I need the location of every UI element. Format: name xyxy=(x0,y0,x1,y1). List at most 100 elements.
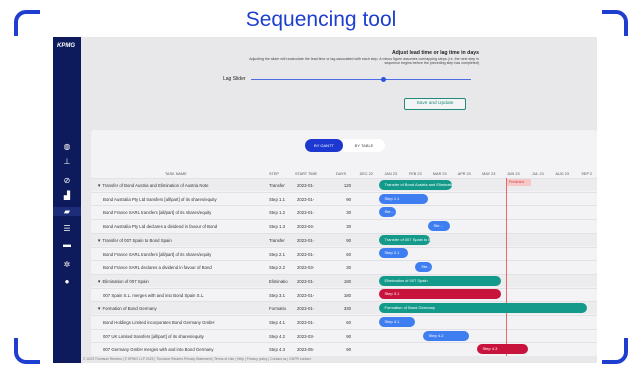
task-days-cell: 330 xyxy=(343,306,351,312)
task-days-cell: 180 xyxy=(343,278,351,284)
task-name-cell: Bond France SARL declares a dividend in … xyxy=(103,265,212,271)
save-and-update-button[interactable]: Save and Update xyxy=(404,98,466,110)
truck-icon[interactable]: ▰ xyxy=(53,207,81,216)
lag-slider-track[interactable] xyxy=(251,79,471,80)
task-start-cell: 2023-01- xyxy=(297,278,315,284)
month-header: FEB 23 xyxy=(408,172,422,176)
gantt-bar[interactable]: Elimination of 007 Spain xyxy=(378,275,501,286)
task-step-cell: Step 4.2 xyxy=(269,333,286,339)
month-header: APR 23 xyxy=(457,172,471,176)
gantt-bar[interactable]: Step 1.1 xyxy=(378,193,428,204)
task-days-cell: 90 xyxy=(346,333,351,339)
task-step-cell: Step 3.1 xyxy=(269,292,286,298)
task-start-cell: 2023-01- xyxy=(297,210,315,216)
predicted-label: Predicted xyxy=(507,179,531,186)
bar-chart-icon[interactable]: ▟ xyxy=(61,191,73,200)
task-days-cell: 60 xyxy=(346,320,351,325)
task-row[interactable]: Bond Holdings Limited incorporates Bond … xyxy=(91,315,597,328)
task-start-cell: 2023-03- xyxy=(297,333,315,339)
task-name-cell: Bond Australia Pty Ltd transfers [all/pa… xyxy=(103,196,217,202)
task-step-cell: Formatio xyxy=(269,306,286,312)
task-step-cell: Step 4.1 xyxy=(269,320,286,325)
task-days-cell: 30 xyxy=(346,224,351,230)
gantt-bar[interactable]: Step 4.2 xyxy=(422,330,470,341)
task-step-cell: Eliminatio xyxy=(269,278,288,284)
lag-slider-thumb[interactable] xyxy=(381,77,386,82)
gantt-bar[interactable]: Transfer of 007 Spain to Bon... xyxy=(378,234,430,245)
month-header: JUL 23 xyxy=(531,172,544,176)
tab-by-table[interactable]: BY TABLE xyxy=(345,139,383,152)
main-content: Adjust lead time or lag time in days Adj… xyxy=(81,37,597,361)
month-header: AUG 23 xyxy=(555,172,569,176)
frame-corner-bottom-left xyxy=(14,338,40,364)
gantt-bar[interactable]: Ste... xyxy=(427,220,450,231)
month-header: MAR 23 xyxy=(432,172,447,176)
task-row[interactable]: Bond Australia Pty Ltd declares a divide… xyxy=(91,219,597,232)
task-days-cell: 60 xyxy=(346,251,351,257)
gantt-card: BY GANTT BY TABLE TASK NAME STEP START T… xyxy=(91,130,597,356)
tab-by-gantt[interactable]: BY GANTT xyxy=(305,139,343,152)
gantt-bar[interactable]: Formation of Bond Germany xyxy=(378,303,587,314)
chat-icon[interactable]: ● xyxy=(61,277,73,286)
column-header-task: TASK NAME xyxy=(165,172,187,176)
app-window: KPMG ◍ ⊥ ⊘ ▟ ▰ ☰ ▬ ✲ ● Adjust lead time or lag t… xyxy=(53,37,597,363)
task-row[interactable]: Bond Australia Pty Ltd transfers [all/pa… xyxy=(91,191,597,205)
slider-panel-title: Adjust lead time or lag time in days xyxy=(391,50,479,56)
task-days-cell: 120 xyxy=(343,183,351,188)
month-header: JAN 23 xyxy=(384,172,397,176)
task-step-cell: Transfer xyxy=(269,183,285,188)
task-name-cell: ▼ Transfer of Bond Austria and Eliminati… xyxy=(97,183,209,188)
gantt-bar[interactable]: Step 3.1 xyxy=(378,289,501,300)
task-row[interactable]: Bond France SARL transfers [all/part] of… xyxy=(91,246,597,260)
task-start-cell: 2023-04- xyxy=(297,224,315,230)
task-name-cell: Bond Australia Pty Ltd declares a divide… xyxy=(103,224,218,230)
sidebar: KPMG ◍ ⊥ ⊘ ▟ ▰ ☰ ▬ ✲ ● xyxy=(53,37,81,363)
percent-icon[interactable]: ⊘ xyxy=(61,176,73,185)
lag-slider-label: Lag Slider xyxy=(223,76,246,82)
task-step-cell: Step 4.3 xyxy=(269,347,286,353)
task-row[interactable]: 007 UK Limited transfers [all/part] of i… xyxy=(91,328,597,342)
task-name-cell: Bond Holdings Limited incorporates Bond … xyxy=(103,320,215,325)
footer-links[interactable]: © 2023 Thomson Reuters | © KPMG LLP 2023… xyxy=(83,357,311,361)
task-name-cell: 007 Germany GmbH merges with and into Bo… xyxy=(103,347,214,353)
task-step-cell: Step 1.1 xyxy=(269,196,286,202)
task-days-cell: 180 xyxy=(343,292,351,298)
task-start-cell: 2023-03- xyxy=(297,265,315,271)
org-chart-icon[interactable]: ⊥ xyxy=(61,157,73,166)
task-group-row[interactable]: ▼ Transfer of 007 Spain to Bond Spain Tra… xyxy=(91,232,597,246)
predicted-marker-line xyxy=(506,178,507,356)
gantt-bar[interactable]: Step 2.1 xyxy=(378,248,408,259)
task-name-cell: ▼ Elimination of 007 Spain xyxy=(97,278,149,284)
task-step-cell: Step 2.2 xyxy=(269,265,286,271)
folder-icon[interactable]: ▬ xyxy=(61,240,73,249)
frame-corner-bottom-right xyxy=(602,338,628,364)
task-start-cell: 2023-01- xyxy=(297,183,315,188)
task-start-cell: 2023-01- xyxy=(297,196,315,202)
task-start-cell: 2023-01- xyxy=(297,306,315,312)
task-group-row[interactable]: ▼ Elimination of 007 Spain Eliminatio 2023… xyxy=(91,273,597,287)
gantt-bar[interactable]: Ste... xyxy=(378,207,396,218)
task-name-cell: ▼ Formation of Bond Germany xyxy=(97,306,157,312)
task-row[interactable]: 007 Spain S.L. merges with and into Bond… xyxy=(91,287,597,301)
globe-icon[interactable]: ◍ xyxy=(61,142,73,151)
column-header-days: DAYS xyxy=(336,172,347,176)
kpmg-logo: KPMG xyxy=(57,43,75,49)
task-row[interactable]: Bond France SARL transfers [all/part] of… xyxy=(91,205,597,218)
task-start-cell: 2023-01- xyxy=(297,237,315,243)
task-name-cell: 007 Spain S.L. merges with and into Bond… xyxy=(103,292,205,298)
lag-slider-panel: Adjust lead time or lag time in days Adj… xyxy=(221,42,483,112)
gear-icon[interactable]: ✲ xyxy=(61,260,73,269)
gantt-bar[interactable]: Transfer of Bond Austria and Elimination… xyxy=(378,179,452,190)
gantt-bar[interactable]: Step 4.1 xyxy=(378,316,416,327)
gantt-bar[interactable]: Ste... xyxy=(415,262,433,272)
task-step-cell: Step 2.1 xyxy=(269,251,286,257)
task-row[interactable]: Bond France SARL declares a dividend in … xyxy=(91,260,597,273)
month-header: JUN 23 xyxy=(506,172,520,176)
gantt-bar[interactable]: Step 4.3 xyxy=(476,344,528,355)
task-days-cell: 90 xyxy=(346,347,351,353)
month-header: DEC 22 xyxy=(359,172,373,176)
list-icon[interactable]: ☰ xyxy=(61,224,73,233)
task-start-cell: 2023-01- xyxy=(297,292,315,298)
task-days-cell: 30 xyxy=(346,265,351,271)
month-header: MAY 23 xyxy=(482,172,496,176)
